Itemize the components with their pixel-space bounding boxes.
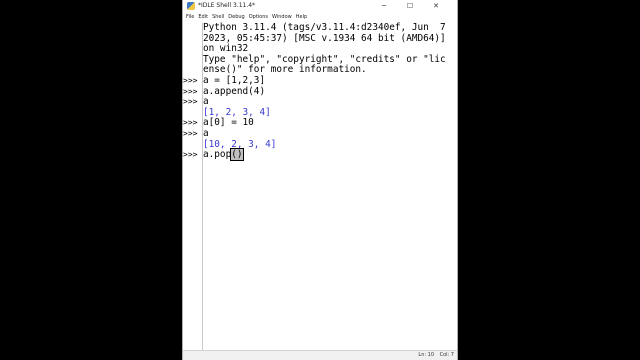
menu-file[interactable]: File: [183, 12, 196, 23]
title-bar[interactable]: *IDLE Shell 3.11.4* ─ ☐ ✕: [183, 0, 457, 12]
banner-line: Python 3.11.4 (tags/v3.11.4:d2340ef, Jun…: [203, 22, 446, 33]
maximize-button[interactable]: ☐: [399, 0, 421, 12]
cursor-position: Ln: 10 Col: 7: [414, 351, 454, 360]
prompt-marker: >>>: [183, 76, 198, 85]
input-line: a: [203, 128, 209, 139]
prompt-marker: >>>: [183, 97, 198, 107]
prompt-marker: >>>: [183, 129, 198, 138]
prompt-marker: >>>: [183, 86, 198, 96]
shell-text-area[interactable]: Python 3.11.4 (tags/v3.11.4:d2340ef, Jun…: [203, 22, 457, 350]
python-idle-icon: [187, 2, 195, 10]
current-input-text: a.pop: [203, 149, 232, 161]
column-number: Col: 7: [439, 352, 454, 358]
prompt-marker: >>>: [183, 150, 198, 160]
line-number: Ln: 10: [418, 352, 434, 358]
close-button[interactable]: ✕: [425, 0, 447, 12]
idle-shell-window: *IDLE Shell 3.11.4* ─ ☐ ✕ File Edit Shel…: [182, 0, 458, 360]
prompt-marker: >>>: [183, 118, 198, 128]
prompt-gutter: >>> >>> >>> >>> >>> >>>: [183, 23, 203, 350]
current-input-line[interactable]: a.pop(): [203, 148, 244, 162]
status-bar: Ln: 10 Col: 7: [183, 350, 457, 360]
input-line: a = [1,2,3]: [203, 75, 266, 86]
paren-match-highlight: (): [230, 148, 244, 162]
input-line: a[0] = 10: [203, 117, 254, 129]
window-title: *IDLE Shell 3.11.4*: [198, 2, 256, 9]
minimize-button[interactable]: ─: [373, 0, 395, 12]
input-line: a.append(4): [203, 85, 266, 97]
